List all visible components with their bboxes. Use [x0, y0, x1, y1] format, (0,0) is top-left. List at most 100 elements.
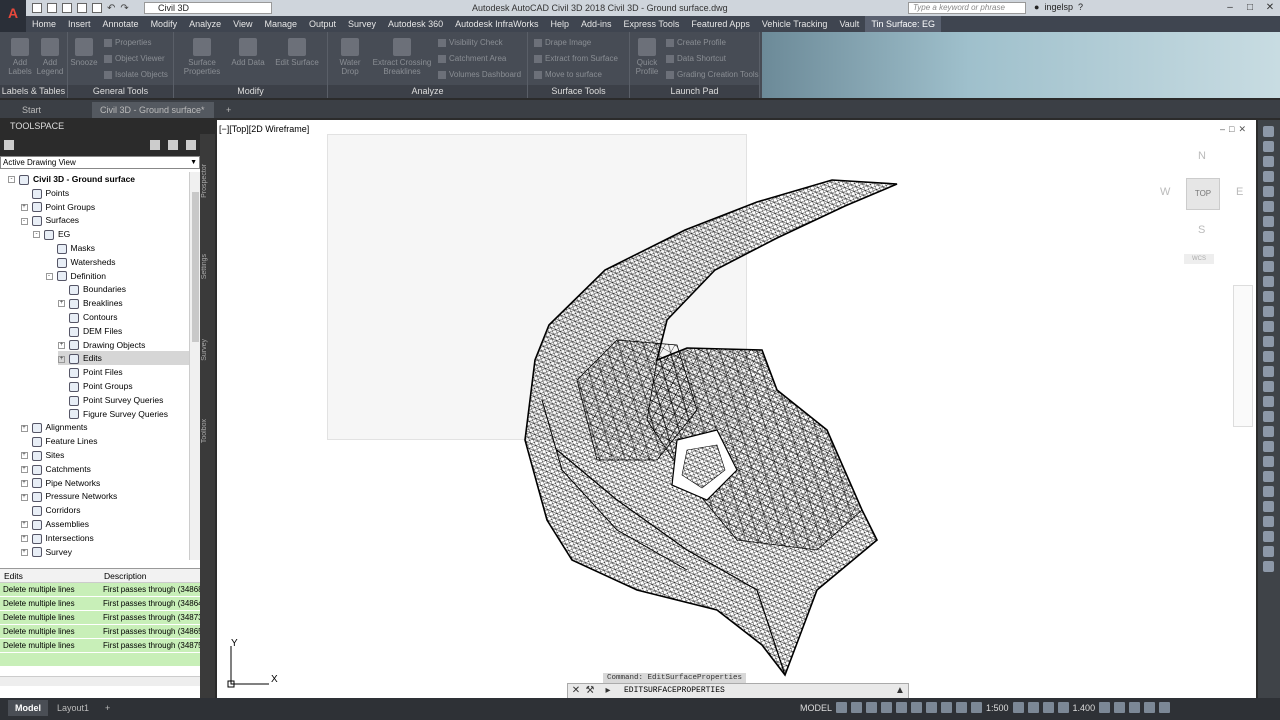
ribbon-tab-modify[interactable]: Modify [145, 16, 184, 32]
grid-icon[interactable] [836, 702, 848, 713]
palette-tool-icon[interactable] [1263, 306, 1274, 317]
annotation-monitor-icon[interactable] [1027, 702, 1039, 713]
palette-tool-icon[interactable] [1263, 366, 1274, 377]
tree-node[interactable]: Points [21, 186, 69, 200]
otrack-icon[interactable] [911, 702, 923, 713]
tree-node[interactable]: + Intersections [20, 531, 94, 545]
expand-icon[interactable]: + [20, 493, 28, 501]
snap-icon[interactable] [851, 702, 863, 713]
lock-ui-icon[interactable] [1099, 702, 1111, 713]
table-row[interactable]: Delete multiple lines First passes throug… [0, 583, 200, 597]
isolate-objects-button[interactable]: Isolate Objects [104, 70, 168, 79]
transparency-icon[interactable] [941, 702, 953, 713]
polar-icon[interactable] [881, 702, 893, 713]
palette-tool-icon[interactable] [1263, 381, 1274, 392]
tree-node[interactable]: + Catchments [20, 462, 91, 476]
palette-tool-icon[interactable] [1263, 246, 1274, 257]
table-row[interactable]: Delete multiple lines First passes throug… [0, 597, 200, 611]
panel-title[interactable]: Labels & Tables [0, 85, 67, 98]
tree-node[interactable]: Point Groups [58, 379, 133, 393]
expand-icon[interactable]: + [58, 355, 65, 363]
tree-node[interactable]: Contours [58, 310, 118, 324]
tree-node[interactable]: Masks [46, 241, 95, 255]
ribbon-tab-analyze[interactable]: Analyze [183, 16, 227, 32]
palette-tool-icon[interactable] [1263, 126, 1274, 137]
viewcube-north[interactable]: N [1198, 150, 1206, 162]
annotation-visibility-icon[interactable] [971, 702, 983, 713]
units-icon[interactable] [1042, 702, 1054, 713]
viewcube-west[interactable]: W [1160, 186, 1170, 198]
palette-tool-icon[interactable] [1263, 531, 1274, 542]
tree-node[interactable]: + Assemblies [20, 517, 89, 531]
ribbon-tab-autodesk-infraworks[interactable]: Autodesk InfraWorks [449, 16, 544, 32]
clean-screen-icon[interactable] [1144, 702, 1156, 713]
ribbon-tab-autodesk-360[interactable]: Autodesk 360 [382, 16, 449, 32]
add-data-button[interactable]: Add Data [230, 38, 266, 67]
user-account[interactable]: ● ingelsp ? [1034, 2, 1083, 12]
close-icon[interactable]: ✕ [570, 685, 582, 697]
open-icon[interactable] [47, 3, 57, 13]
panel-title[interactable]: Surface Tools [528, 85, 629, 98]
tab-settings[interactable]: Settings [201, 254, 214, 279]
tree-node[interactable]: - Surfaces [20, 213, 79, 227]
collapse-icon[interactable]: - [20, 217, 28, 225]
palette-tool-icon[interactable] [1263, 561, 1274, 572]
palette-tool-icon[interactable] [1263, 201, 1274, 212]
water-drop-button[interactable]: Water Drop [330, 38, 370, 76]
palette-tool-icon[interactable] [1263, 351, 1274, 362]
palette-tool-icon[interactable] [1263, 471, 1274, 482]
workspace-selector[interactable]: Civil 3D [144, 2, 272, 14]
tree-node[interactable]: + Drawing Objects [58, 338, 145, 352]
ribbon-tab-express-tools[interactable]: Express Tools [618, 16, 686, 32]
collapse-icon[interactable]: - [33, 231, 40, 239]
command-input-bar[interactable]: ✕ ⚒ ▸ EDITSURFACEPROPERTIES ▲ [567, 683, 909, 699]
panel-title[interactable]: Modify [174, 85, 327, 98]
palette-tool-icon[interactable] [1263, 396, 1274, 407]
command-input[interactable]: EDITSURFACEPROPERTIES [624, 686, 725, 695]
palette-tool-icon[interactable] [1263, 486, 1274, 497]
hardware-acceleration-icon[interactable] [1129, 702, 1141, 713]
new-tab-button[interactable]: + [218, 102, 236, 118]
command-recent-icon[interactable]: ▸ [602, 685, 614, 697]
expand-icon[interactable]: + [20, 466, 28, 474]
tree-scrollbar[interactable] [189, 172, 200, 560]
object-viewer-button[interactable]: Object Viewer [104, 54, 165, 63]
tree-node[interactable]: - EG [33, 227, 70, 241]
scrollbar-thumb[interactable] [192, 192, 199, 342]
palette-tool-icon[interactable] [1263, 456, 1274, 467]
tab-layout1[interactable]: Layout1 [50, 700, 96, 716]
help-search-input[interactable]: Type a keyword or phrase [908, 2, 1026, 14]
redo-icon[interactable]: ↷ [120, 3, 128, 14]
palette-tool-icon[interactable] [1263, 516, 1274, 527]
close-icon[interactable]: ✕ [1260, 0, 1280, 16]
palette-tool-icon[interactable] [1263, 186, 1274, 197]
extract-crossing-breaklines-button[interactable]: Extract Crossing Breaklines [372, 38, 432, 76]
panel-title[interactable]: General Tools [68, 85, 173, 98]
ribbon-tab-help[interactable]: Help [544, 16, 575, 32]
palette-tool-icon[interactable] [1263, 276, 1274, 287]
properties-button[interactable]: Properties [104, 38, 151, 47]
viewcube-top-face[interactable]: TOP [1186, 178, 1220, 210]
palette-tool-icon[interactable] [1263, 411, 1274, 422]
wcs-menu[interactable]: WCS [1184, 254, 1214, 264]
viewcube[interactable]: N W E S TOP WCS [1152, 148, 1252, 268]
new-layout-button[interactable]: + [98, 700, 117, 716]
palette-tool-icon[interactable] [1263, 216, 1274, 227]
ortho-icon[interactable] [866, 702, 878, 713]
tree-node[interactable]: + Alignments [20, 420, 88, 434]
saveas-icon[interactable] [77, 3, 87, 13]
tree-node[interactable]: + Sites [20, 448, 64, 462]
undo-icon[interactable]: ↶ [107, 3, 115, 14]
surface-properties-button[interactable]: Surface Properties [182, 38, 222, 76]
grading-creation-tools-button[interactable]: Grading Creation Tools [666, 70, 759, 79]
ribbon-tab-annotate[interactable]: Annotate [97, 16, 145, 32]
tree-node[interactable]: + Pipe Networks [20, 476, 100, 490]
viewcube-east[interactable]: E [1236, 186, 1243, 198]
panel-title[interactable]: Launch Pad [630, 85, 759, 98]
tab-toolbox[interactable]: Toolbox [201, 419, 214, 443]
ribbon-tab-manage[interactable]: Manage [258, 16, 303, 32]
tin-surface-mesh[interactable] [217, 120, 1256, 700]
table-row[interactable]: Delete multiple lines First passes throug… [0, 639, 200, 653]
tree-node[interactable]: - Definition [45, 269, 106, 283]
data-shortcut-button[interactable]: Data Shortcut [666, 54, 726, 63]
